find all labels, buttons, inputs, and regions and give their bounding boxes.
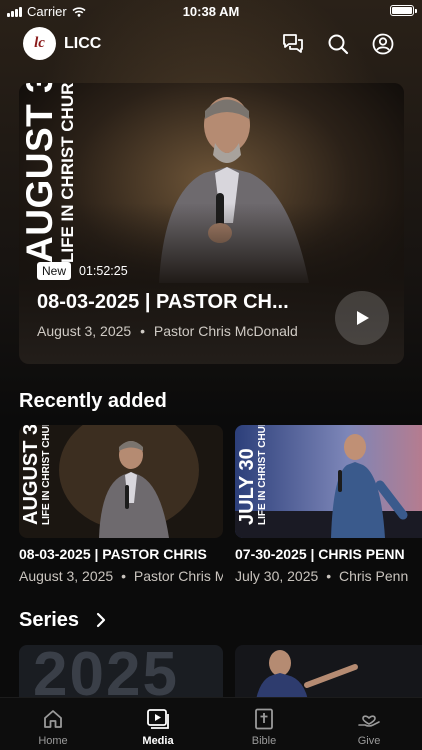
featured-subtitle: August 3, 2025 • Pastor Chris McDonald	[37, 323, 298, 339]
recent-date: August 3, 2025	[19, 568, 114, 584]
chevron-right-icon[interactable]	[95, 612, 107, 633]
tab-label: Home	[38, 735, 68, 747]
recently-added-heading: Recently added	[19, 390, 167, 412]
recent-title: 08-03-2025 | PASTOR CHRIS	[19, 546, 207, 562]
recent-thumbnail: JULY 30 LIFE IN CHRIST CHURCH	[235, 425, 422, 538]
recent-speaker: Chris Penn	[338, 568, 409, 584]
media-icon	[118, 707, 198, 731]
battery-icon	[390, 5, 417, 16]
recent-date: July 30, 2025	[235, 568, 319, 584]
featured-speaker: Pastor Chris McDonald	[153, 323, 298, 339]
recent-thumb-date-text: AUGUST 3	[20, 425, 42, 525]
separator-dot: •	[140, 323, 145, 339]
app-title: LICC	[64, 35, 102, 52]
recent-subtitle: July 30, 2025 • Chris Penn	[235, 568, 422, 584]
featured-thumb-date-text: AUGUST 3	[19, 83, 60, 263]
tab-media[interactable]: Media	[118, 707, 198, 747]
featured-date: August 3, 2025	[37, 323, 132, 339]
separator-dot: •	[326, 568, 332, 584]
give-icon	[329, 707, 409, 731]
tab-give[interactable]: Give	[329, 707, 409, 747]
app-logo[interactable]: lc	[23, 27, 56, 60]
status-bar: Carrier 10:38 AM	[0, 0, 422, 22]
tab-label: Media	[142, 735, 174, 747]
home-icon	[13, 707, 93, 731]
separator-dot: •	[121, 568, 126, 584]
series-item[interactable]	[235, 645, 422, 705]
play-icon	[357, 311, 369, 325]
featured-video-card[interactable]: AUGUST 3 LIFE IN CHRIST CHURCH New 01:52…	[19, 83, 404, 364]
featured-thumb-church-text: LIFE IN CHRIST CHURCH	[58, 83, 77, 263]
series-heading[interactable]: Series	[19, 609, 79, 632]
search-icon[interactable]	[325, 31, 351, 57]
duration-label: 01:52:25	[79, 264, 128, 278]
status-time: 10:38 AM	[182, 4, 240, 19]
bible-icon	[224, 707, 304, 731]
recent-thumbnail: AUGUST 3 LIFE IN CHRIST CHURCH	[19, 425, 223, 538]
series-thumb-text: 2025	[33, 645, 179, 705]
featured-title[interactable]: 08-03-2025 | PASTOR CH...	[37, 291, 327, 314]
tab-label: Bible	[251, 735, 277, 747]
recent-title: 07-30-2025 | CHRIS PENN	[235, 546, 405, 562]
profile-icon[interactable]	[370, 31, 396, 57]
tab-bible[interactable]: Bible	[224, 707, 304, 747]
recent-thumb-church-text: LIFE IN CHRIST CHURCH	[257, 425, 268, 525]
recent-subtitle: August 3, 2025 • Pastor Chris McDonald	[19, 568, 223, 584]
recent-thumb-church-text: LIFE IN CHRIST CHURCH	[41, 425, 52, 525]
new-badge: New	[37, 262, 72, 280]
tab-home[interactable]: Home	[13, 707, 93, 747]
featured-badges: New 01:52:25	[37, 262, 128, 280]
app-header: lc LICC	[0, 25, 422, 63]
chat-icon[interactable]	[280, 31, 306, 57]
series-item[interactable]: 2025	[19, 645, 223, 705]
tab-label: Give	[357, 735, 381, 747]
recent-speaker: Pastor Chris McDonald	[133, 568, 223, 584]
play-button[interactable]	[335, 291, 389, 345]
tab-bar: Home Media Bible Give	[0, 697, 422, 750]
recent-item[interactable]: JULY 30 LIFE IN CHRIST CHURCH 07-30-2025…	[235, 425, 422, 584]
recent-item[interactable]: AUGUST 3 LIFE IN CHRIST CHURCH 08-03-202…	[19, 425, 223, 584]
recent-thumb-date-text: JULY 30	[236, 448, 258, 525]
